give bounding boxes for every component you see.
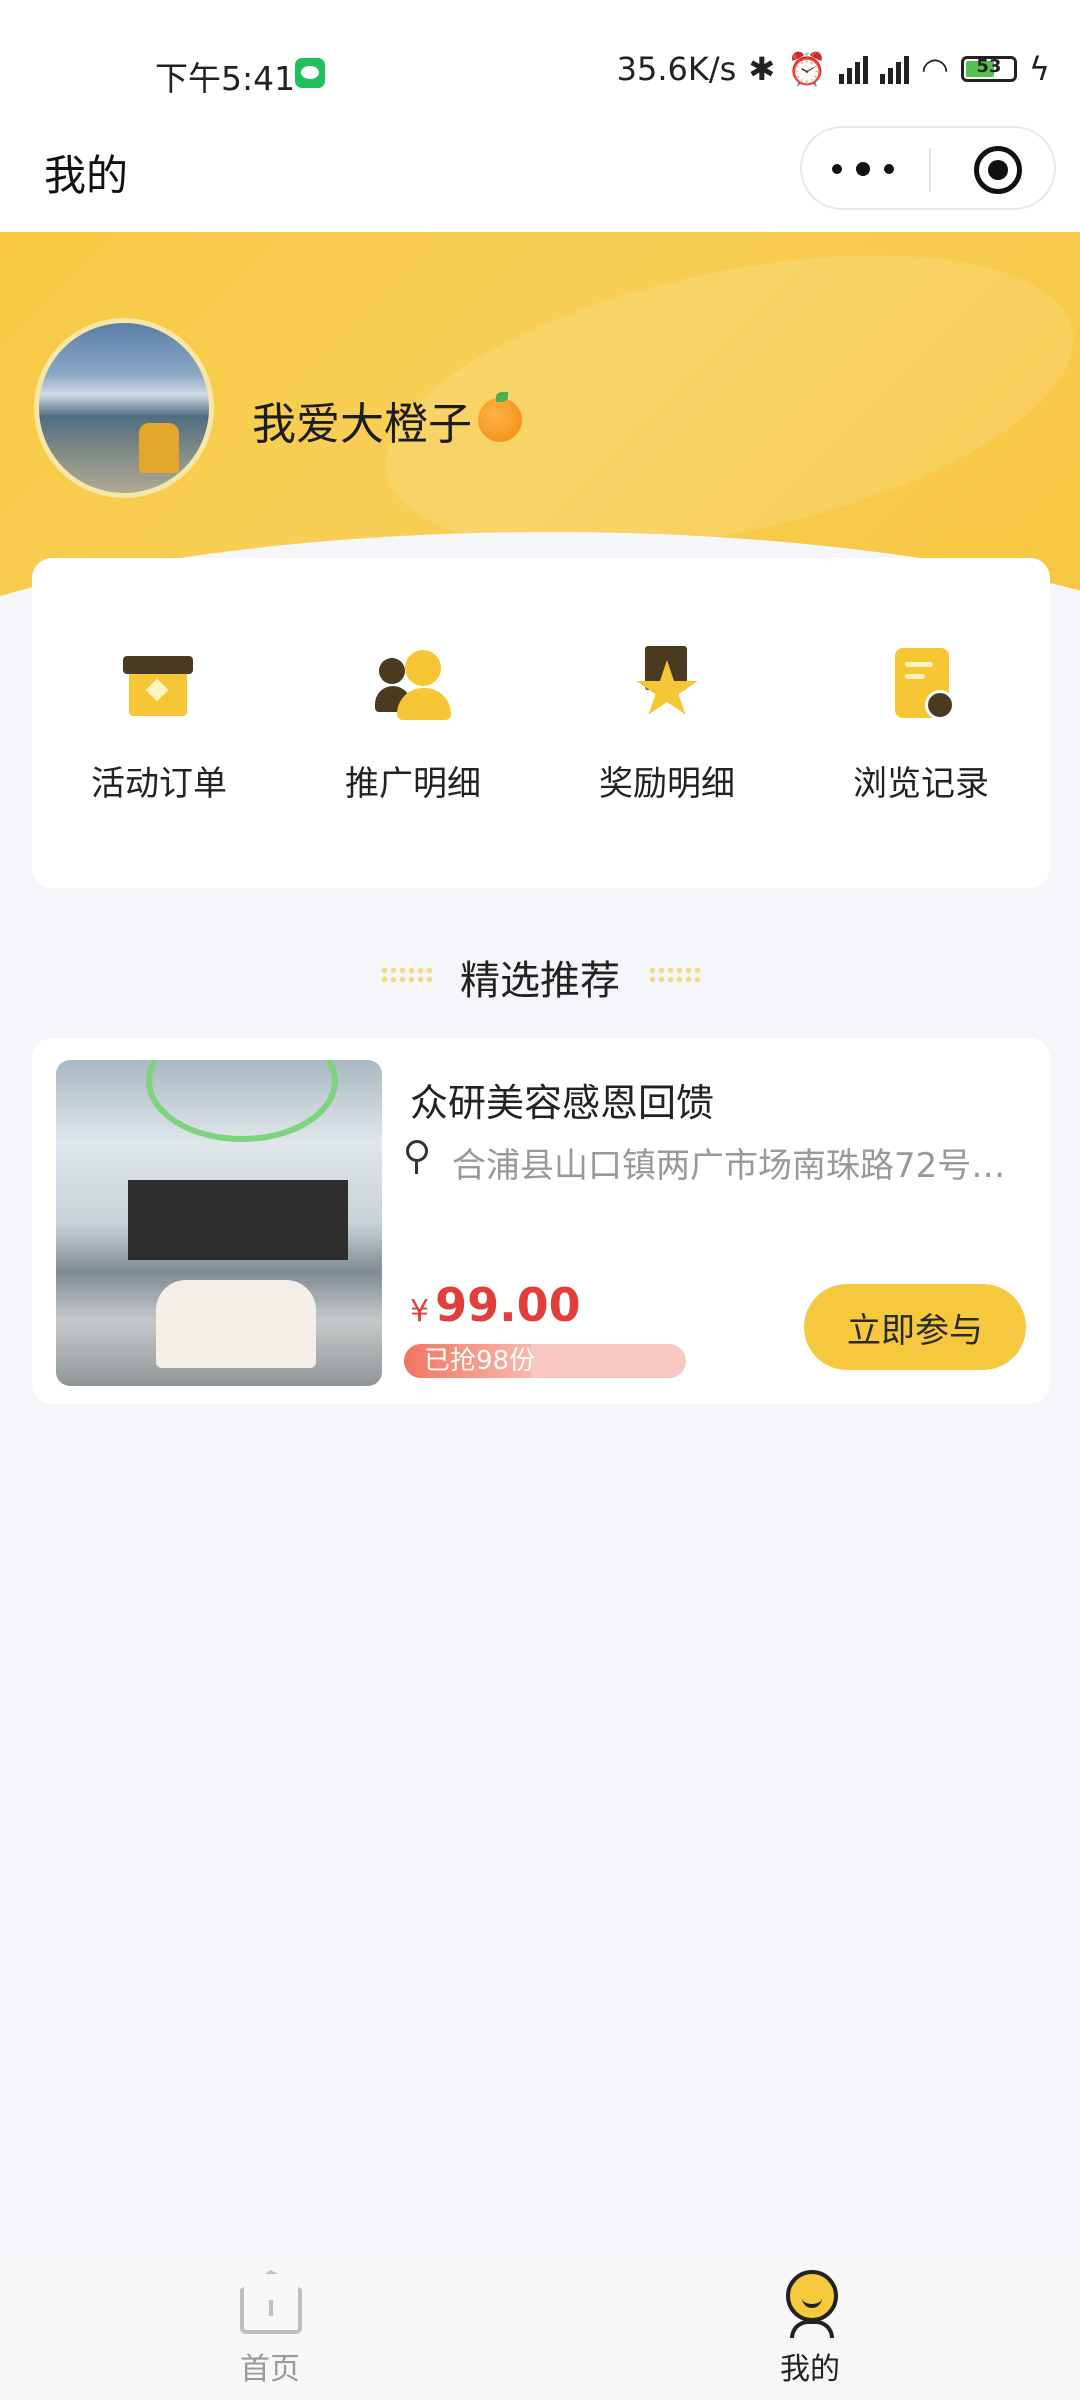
- hd-signal-icon: [838, 54, 868, 84]
- product-title: 众研美容感恩回馈: [410, 1081, 715, 1125]
- battery-level: 53: [976, 56, 1002, 77]
- tab-label: 首页: [240, 2352, 300, 2387]
- menu-item-browse-history[interactable]: 浏览记录: [794, 558, 1048, 888]
- section-title: 精选推荐: [460, 958, 620, 1004]
- title-bar: 我的: [0, 120, 1080, 232]
- avatar[interactable]: [34, 318, 214, 498]
- charging-icon: ϟ: [1028, 50, 1050, 88]
- status-time: 下午5:41: [155, 59, 296, 98]
- tab-label: 我的: [780, 2352, 840, 2387]
- alarm-icon: ⏰: [787, 50, 827, 88]
- menu-item-promotion-details[interactable]: 推广明细: [286, 558, 540, 888]
- home-icon: [240, 2270, 302, 2334]
- menu-item-label: 奖励明细: [599, 764, 735, 804]
- tab-home[interactable]: 首页: [120, 2252, 420, 2400]
- location-pin-icon: [404, 1140, 430, 1174]
- orange-icon: [478, 392, 522, 442]
- decorative-dots: [648, 966, 702, 984]
- join-now-button[interactable]: 立即参与: [804, 1284, 1026, 1370]
- tab-profile[interactable]: 我的: [660, 2252, 960, 2400]
- product-card[interactable]: 众研美容感恩回馈 合浦县山口镇两广市场南珠路72号… ¥ 99.00 已抢98份…: [32, 1038, 1050, 1404]
- network-speed: 35.6K/s: [616, 50, 737, 88]
- quick-menu-card: 活动订单 推广明细 奖励明细 浏览记录: [32, 558, 1050, 888]
- status-bar: 下午5:41 35.6K/s ✱ ⏰ ◠ 53 ϟ: [0, 0, 1080, 140]
- bottom-tab-bar: 首页 我的: [0, 2252, 1080, 2400]
- page-title: 我的: [44, 151, 129, 200]
- menu-item-activity-orders[interactable]: 活动订单: [32, 558, 286, 888]
- bluetooth-icon: ✱: [748, 50, 776, 88]
- sold-count: 已抢98份: [424, 1346, 536, 1376]
- battery-icon: 53: [960, 56, 1017, 82]
- product-image[interactable]: [56, 1060, 382, 1386]
- username: 我爱大橙子: [252, 388, 522, 452]
- menu-item-label: 推广明细: [345, 764, 481, 804]
- history-icon: [883, 646, 959, 722]
- hd-signal-icon: [879, 54, 909, 84]
- capsule-divider: [929, 148, 931, 192]
- product-address: 合浦县山口镇两广市场南珠路72号…: [452, 1146, 1006, 1186]
- award-icon: [629, 646, 705, 722]
- price-value: 99.00: [435, 1278, 581, 1332]
- username-text: 我爱大橙子: [252, 399, 472, 450]
- status-indicators: 35.6K/s ✱ ⏰ ◠ 53 ϟ: [617, 50, 1050, 88]
- wechat-icon: [295, 58, 325, 88]
- miniprogram-capsule: [800, 126, 1056, 210]
- currency-symbol: ¥: [410, 1294, 430, 1329]
- product-price: ¥ 99.00: [410, 1278, 581, 1332]
- more-icon[interactable]: [832, 158, 902, 180]
- menu-item-reward-details[interactable]: 奖励明细: [540, 558, 794, 888]
- profile-icon: [784, 2270, 840, 2338]
- menu-item-label: 活动订单: [91, 764, 227, 804]
- wifi-icon: ◠: [920, 50, 949, 88]
- users-icon: [375, 646, 451, 722]
- target-icon[interactable]: [974, 146, 1022, 194]
- menu-item-label: 浏览记录: [853, 764, 989, 804]
- gift-icon: [121, 646, 197, 722]
